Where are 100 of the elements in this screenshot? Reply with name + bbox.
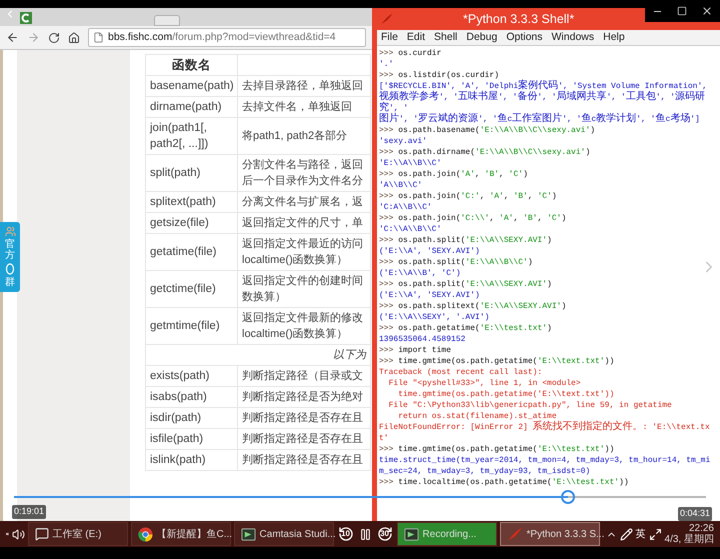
chat-icon — [34, 527, 49, 541]
shell-line: time.struct_time(tm_year=2014, tm_mon=4, tm_mday=3, tm_hour=14, tm_mi — [379, 455, 710, 466]
shell-line: >>> time.gmtime(os.path.getatime('E:\\text.txt')) — [379, 356, 614, 367]
table-cell: getctime(file) — [146, 270, 238, 308]
chrome-logo-icon — [138, 526, 153, 542]
cell-text: 将path1, path2各部分 — [242, 128, 348, 144]
shell-line: ('E:\\A\\B', 'C') — [379, 268, 461, 279]
page-icon — [93, 32, 104, 43]
menu-item[interactable]: Edit — [406, 30, 426, 46]
cell-text: 判断指定路径是否存在且 — [242, 432, 363, 447]
cell-text: 判断指定路径是否存在且 — [242, 452, 363, 468]
shell-line: >>> os.path.basename('E:\\A\\B\\C\\sexy.avi') — [379, 125, 596, 136]
shell-line: File "<pyshell#33>", line 1, in <module> — [388, 378, 581, 389]
widget-label: 官方 — [5, 239, 15, 261]
table-cell: join(path1[, path2[, ...]]) — [146, 118, 238, 154]
table-cell: basename(path) — [146, 76, 238, 96]
site-favicon-icon[interactable] — [20, 12, 32, 24]
cell-text: 去掉目录路径，单独返回 — [242, 79, 363, 94]
pen-icon[interactable] — [620, 528, 633, 540]
shell-line: >>> os.path.splitext('E:\\A\\SEXY.AVI') — [379, 301, 566, 312]
clock-date: 4/3, 星期四 — [664, 534, 714, 545]
pause-icon[interactable] — [358, 528, 372, 540]
cell-text: 返回指定文件的创建时间 — [242, 274, 363, 289]
table-cell: isfile(path) — [146, 428, 238, 450]
window-title: *Python 3.3.3 Shell* — [463, 10, 574, 28]
taskbar-item[interactable]: Camtasia Studi... — [234, 522, 334, 546]
shell-line: 1396535064.4589152 — [379, 334, 466, 345]
feather-icon — [381, 13, 393, 25]
reload-icon[interactable] — [48, 32, 60, 44]
cell-text: 去掉文件名，单独返回 — [242, 100, 352, 115]
shell-line: 'C:A\\B\\C' — [379, 202, 432, 213]
table-cell: getmtime(file) — [146, 308, 238, 344]
shell-line: 图片', '罗云斌的资源', '鱼c工作室图片', '鱼c教学计划', '鱼c考场'] — [379, 114, 700, 125]
fullscreen-icon[interactable] — [648, 528, 662, 540]
table-header: 函数名 — [146, 54, 238, 76]
volume-icon[interactable] — [12, 528, 25, 540]
shell-line: >>> os.listdir(os.curdir) — [379, 70, 500, 81]
cell-text: 返回指定文件的尺寸，单 — [242, 216, 363, 231]
progress-thumb[interactable] — [560, 490, 575, 504]
input-method-indicator[interactable]: 英 — [636, 526, 646, 542]
menu-item[interactable]: File — [381, 30, 398, 46]
film-icon — [240, 526, 256, 542]
table-cell: 以下为 — [146, 344, 370, 366]
cell-text: 返回指定文件最新的修改 — [242, 310, 363, 326]
shell-line: 'C:\\A\\B\\C' — [379, 224, 442, 235]
shell-line: return os.stat(filename).st_atime — [397, 411, 557, 421]
progress-bar[interactable] — [14, 490, 706, 504]
cell-text: localtime()函数换算） — [242, 253, 348, 268]
shell-line: >>> os.path.split('E:\\A\\SEXY.AVI') — [379, 279, 552, 290]
shell-line: ('E:\\A\\SEXY', '.AVI') — [379, 312, 490, 323]
shell-line: 'E:\\A\\B\\C' — [379, 158, 442, 169]
back-icon[interactable] — [6, 31, 19, 44]
maximize-icon[interactable] — [677, 6, 687, 16]
close-icon[interactable] — [701, 5, 713, 17]
shell-line: FileNotFoundError: [WinError 2] 系统找不到指定的文件。: 'E:\\text.txt' — [379, 422, 711, 444]
shell-line: ['$RECYCLE.BIN', 'A', 'Delphi案例代码', 'System Volume Information', — [379, 81, 708, 92]
menu-item[interactable]: Help — [603, 30, 625, 46]
table-cell: split(path) — [146, 154, 238, 192]
table-cell: getatime(file) — [146, 234, 238, 270]
shell-line: Traceback (most recent call last): — [379, 367, 542, 378]
shell-line: >>> os.path.join('C:\\', 'A', 'B', 'C') — [379, 213, 566, 224]
shell-line: >>> os.path.join('A', 'B', 'C') — [379, 169, 528, 180]
people-icon — [4, 226, 16, 237]
table-cell: isabs(path) — [146, 386, 238, 408]
cell-text: 判断指定路径是否存在且 — [242, 410, 363, 426]
elapsed-time: 0:19:01 — [12, 505, 46, 518]
menu-item[interactable]: Debug — [466, 30, 498, 46]
cell-text: 分离文件名与扩展名，返 — [242, 194, 363, 210]
table-cell: getsize(file) — [146, 212, 238, 234]
shell-line: >>> os.curdir — [379, 48, 442, 59]
menu-item[interactable]: Shell — [434, 30, 458, 46]
shell-line: File "C:\Python33\lib\genericpath.py", line 59, in getatime — [388, 400, 672, 411]
shell-line: >>> time.localtime(os.path.getatime('E:\\test.txt')) — [379, 477, 629, 488]
shell-line: 'A\\B\\C' — [379, 180, 422, 191]
table-cell: islink(path) — [146, 450, 238, 470]
film-icon — [404, 526, 419, 542]
shell-line: >>> os.path.split('E:\\A\\SEXY.AVI') — [379, 235, 552, 246]
shell-line: >>> os.path.getatime('E:\\test.txt') — [379, 323, 552, 334]
remaining-time: 0:04:31 — [678, 507, 712, 520]
cell-text: 数换算） — [242, 290, 286, 305]
shell-line: >>> os.path.dirname('E:\\A\\B\\C\\sexy.avi') — [379, 147, 590, 158]
menu-item[interactable]: Windows — [552, 30, 594, 46]
feather-icon — [506, 526, 523, 542]
shell-line: 'sexy.avi' — [379, 136, 428, 147]
taskbar-item[interactable]: 工作室 (E:) — [28, 522, 128, 546]
forward-button[interactable]: 30 — [376, 525, 394, 543]
shell-line: ('E:\\A', 'SEXY.AVI') — [379, 290, 480, 301]
shell-line: >>> os.path.split('E:\\A\\B\\C') — [379, 257, 533, 268]
shell-line: >>> os.path.join('C:', 'A', 'B', 'C') — [379, 191, 557, 202]
clock-time: 22:26 — [688, 523, 714, 534]
taskbar-item[interactable]: 【新提醒】鱼C... — [130, 522, 231, 546]
cell-text: 判断指定路径是否为绝对 — [242, 390, 363, 405]
shell-line: ('E:\\A', 'SEXY.AVI') — [379, 246, 480, 257]
cell-text: 判断指定路径（目录或文 — [242, 368, 363, 384]
home-icon[interactable] — [68, 32, 80, 44]
table-cell: splitext(path) — [146, 192, 238, 212]
menu-item[interactable]: Options — [506, 30, 543, 46]
table-cell: exists(path) — [146, 366, 238, 386]
shell-line: time.gmtime(os.path.getatime('E:\\text.txt')) — [397, 389, 614, 400]
address-field[interactable]: bbs.fishc.com/forum.php?mod=viewthread&tid=4 — [88, 28, 366, 47]
